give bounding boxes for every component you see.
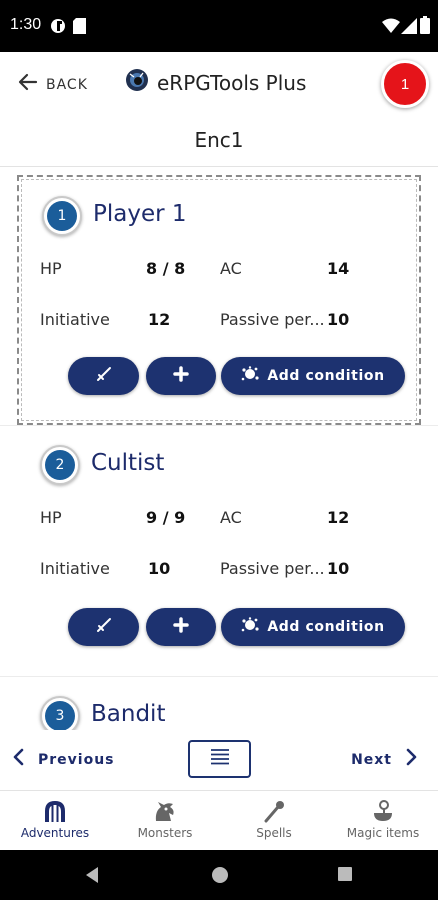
turn-order-badge: 3 (40, 696, 80, 730)
nav-magic-items-label: Magic items (346, 826, 420, 840)
nav-monsters[interactable]: Monsters (110, 799, 220, 840)
chevron-left-icon (12, 748, 24, 771)
nav-spells[interactable]: Spells (219, 799, 329, 840)
battery-icon (420, 16, 430, 39)
initiative-label: Initiative (40, 559, 110, 578)
combatant-name: Bandit (91, 701, 166, 727)
combatant-name: Player 1 (93, 201, 187, 227)
hp-value[interactable]: 9 / 9 (146, 508, 185, 527)
chevron-right-icon (406, 748, 418, 771)
ac-label: AC (220, 259, 242, 278)
nav-adventures[interactable]: Adventures (0, 799, 110, 840)
nav-spells-label: Spells (256, 826, 292, 840)
app-bar: BACK eRPGTools Plus 1 (0, 52, 438, 116)
next-label: Next (351, 751, 392, 768)
attack-button[interactable] (68, 357, 139, 395)
nav-magic-items[interactable]: Magic items (328, 799, 438, 840)
adventures-icon (0, 799, 110, 823)
ac-value: 12 (327, 508, 350, 527)
notification-count: 1 (400, 75, 410, 93)
sword-icon (96, 617, 112, 638)
app-logo-icon (125, 68, 149, 97)
passive-perception-label: Passive per... (220, 310, 325, 329)
magic-items-icon (328, 799, 438, 823)
back-triangle-icon[interactable] (84, 866, 100, 889)
combatant-list[interactable]: 1 Player 1 HP 8 / 8 AC 14 Initiative 12 … (0, 167, 438, 730)
nav-adventures-label: Adventures (20, 826, 90, 840)
encounter-title: Enc1 (194, 128, 244, 152)
heal-button[interactable] (146, 608, 216, 646)
spell-wand-icon (219, 799, 329, 823)
signal-icon (401, 18, 417, 39)
notification-badge[interactable]: 1 (381, 60, 429, 108)
previous-label: Previous (38, 751, 115, 768)
bottom-navigation: Adventures Monsters Spells Magic items (0, 790, 438, 850)
next-button[interactable]: Next (351, 748, 418, 771)
status-time: 1:30 (10, 16, 42, 33)
app-title: eRPGTools Plus (157, 70, 307, 95)
status-bar: 1:30 (0, 0, 438, 52)
home-circle-icon[interactable] (211, 866, 229, 889)
passive-perception-value: 10 (327, 310, 350, 329)
hp-value[interactable]: 8 / 8 (146, 259, 185, 278)
app-branding: eRPGTools Plus (125, 68, 306, 97)
initiative-label: Initiative (40, 310, 110, 329)
combatant-card[interactable]: 3 Bandit (17, 677, 421, 730)
add-condition-label: Add condition (267, 368, 385, 384)
recents-square-icon[interactable] (337, 866, 353, 887)
wifi-icon (382, 18, 400, 39)
hp-label: HP (40, 508, 62, 527)
turn-order-badge: 2 (40, 445, 80, 485)
passive-perception-value: 10 (327, 559, 350, 578)
condition-splat-icon (241, 365, 259, 387)
add-condition-button[interactable]: Add condition (221, 608, 405, 646)
add-condition-button[interactable]: Add condition (221, 357, 405, 395)
initiative-value[interactable]: 10 (148, 559, 170, 578)
nav-monsters-label: Monsters (137, 826, 193, 840)
turn-order-badge: 1 (42, 196, 82, 236)
back-button[interactable]: BACK (18, 72, 88, 97)
heal-button[interactable] (146, 357, 216, 395)
back-label: BACK (46, 76, 88, 93)
turn-pager: Previous Next (0, 730, 438, 790)
ac-label: AC (220, 508, 242, 527)
add-condition-label: Add condition (267, 619, 385, 635)
monster-icon (110, 799, 220, 823)
app-notification-icon (50, 18, 66, 39)
system-navigation-bar (0, 850, 438, 900)
initiative-value[interactable]: 12 (148, 310, 170, 329)
plus-icon (173, 616, 189, 638)
list-lines-icon (209, 748, 231, 771)
arrow-left-icon (18, 72, 38, 97)
combatant-card[interactable]: 2 Cultist HP 9 / 9 AC 12 Initiative 10 P… (17, 426, 421, 676)
attack-button[interactable] (68, 608, 139, 646)
condition-splat-icon (241, 616, 259, 638)
hp-label: HP (40, 259, 62, 278)
passive-perception-label: Passive per... (220, 559, 325, 578)
list-view-button[interactable] (188, 740, 251, 778)
sword-icon (96, 366, 112, 387)
combatant-name: Cultist (91, 450, 165, 476)
previous-button[interactable]: Previous (12, 748, 115, 771)
ac-value: 14 (327, 259, 350, 278)
plus-icon (173, 365, 189, 387)
combatant-card[interactable]: 1 Player 1 HP 8 / 8 AC 14 Initiative 12 … (17, 175, 421, 425)
sim-card-icon (73, 18, 86, 39)
